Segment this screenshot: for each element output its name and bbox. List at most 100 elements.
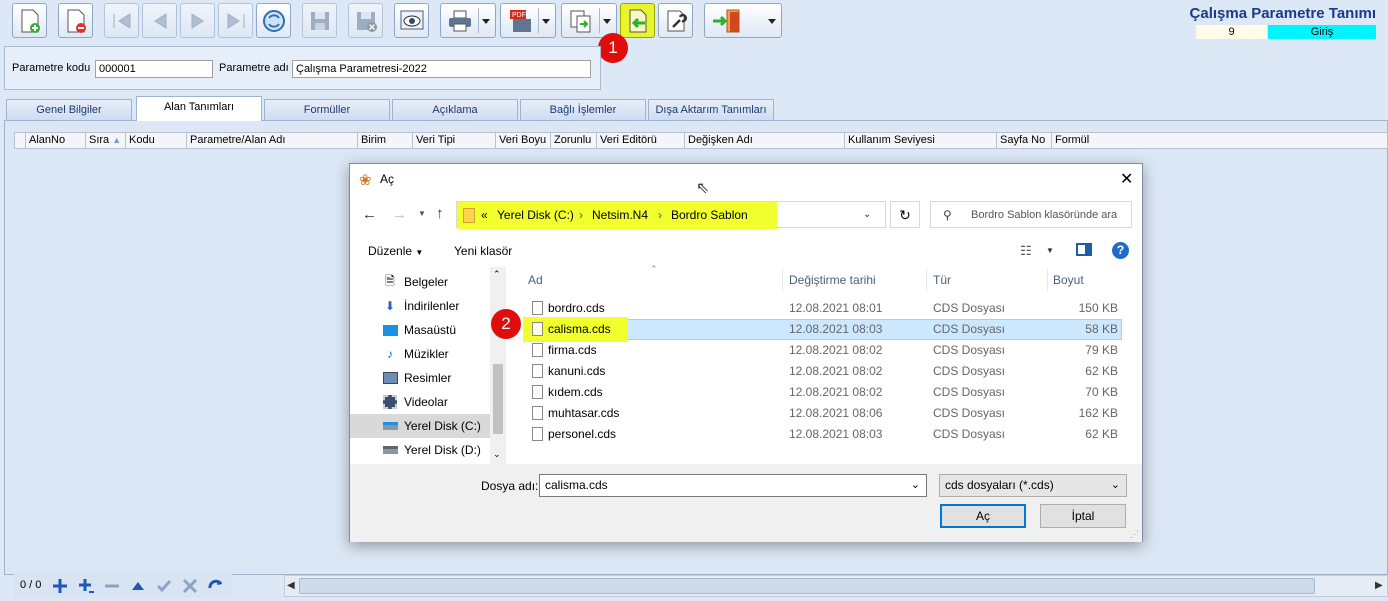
export-pdf-button[interactable]: PDF	[500, 3, 556, 38]
column-header-alanno[interactable]: AlanNo	[26, 133, 86, 148]
filetype-select[interactable]: cds dosyaları (*.cds) ⌄	[939, 474, 1127, 497]
last-record-button[interactable]	[218, 3, 253, 38]
breadcrumb-local-disk[interactable]: Yerel Disk (C:)	[497, 208, 574, 222]
forward-arrow-icon[interactable]: →	[392, 206, 407, 223]
file-row[interactable]: bordro.cds 12.08.2021 08:01 CDS Dosyası …	[524, 298, 1122, 319]
exit-button[interactable]	[704, 3, 782, 38]
grid-horizontal-scrollbar[interactable]: ◀ ▶	[284, 575, 1388, 597]
column-header-formul[interactable]: Formül	[1052, 133, 1352, 148]
column-header-kullanim-seviyesi[interactable]: Kullanım Seviyesi	[845, 133, 997, 148]
scroll-up-arrow-icon[interactable]: ⌃	[493, 269, 501, 280]
column-header-kodu[interactable]: Kodu	[126, 133, 187, 148]
tab-linked-operations[interactable]: Bağlı İşlemler	[520, 99, 646, 120]
nav-item-belgeler[interactable]: 🗎 Belgeler	[350, 270, 490, 294]
nav-post-button[interactable]	[154, 576, 174, 596]
resize-grip-icon[interactable]: ⋰	[1130, 529, 1139, 540]
nav-item-yerel-disk-d[interactable]: Yerel Disk (D:)	[350, 438, 490, 462]
refresh-button[interactable]	[256, 3, 291, 38]
filename-dropdown-icon[interactable]: ⌄	[911, 478, 920, 491]
nav-item-masaustu[interactable]: Masaüstü	[350, 318, 490, 342]
column-header-birim[interactable]: Birim	[358, 133, 413, 148]
file-column-date[interactable]: Değiştirme tarihi	[789, 267, 923, 293]
import-button[interactable]	[620, 3, 655, 38]
column-header-veri-tipi[interactable]: Veri Tipi	[413, 133, 496, 148]
cancel-button[interactable]: İptal	[1040, 504, 1126, 528]
previous-record-button[interactable]	[142, 3, 177, 38]
nav-delete-button[interactable]	[102, 576, 122, 596]
address-bar[interactable]: « Yerel Disk (C:) › Netsim.N4 › Bordro S…	[456, 201, 886, 229]
file-column-type[interactable]: Tür	[933, 267, 1043, 293]
scroll-down-arrow-icon[interactable]: ⌄	[493, 449, 501, 460]
dropdown-arrow-icon[interactable]	[542, 19, 550, 24]
file-row[interactable]: muhtasar.cds 12.08.2021 08:06 CDS Dosyas…	[524, 403, 1122, 424]
open-button[interactable]: Aç	[940, 504, 1026, 528]
new-record-button[interactable]	[12, 3, 47, 38]
parameter-name-field[interactable]: Çalışma Parametresi-2022	[292, 60, 591, 78]
file-row[interactable]: personel.cds 12.08.2021 08:03 CDS Dosyas…	[524, 424, 1122, 445]
search-input[interactable]: ⚲ Bordro Sablon klasöründe ara	[930, 201, 1132, 228]
delete-record-button[interactable]	[58, 3, 93, 38]
view-options-icon[interactable]: ☷	[1020, 243, 1032, 259]
file-row[interactable]: firma.cds 12.08.2021 08:02 CDS Dosyası 7…	[524, 340, 1122, 361]
column-header-sira[interactable]: Sıra ▲	[86, 133, 126, 148]
navigation-scroll-thumb[interactable]	[493, 364, 503, 434]
refresh-location-button[interactable]: ↻	[890, 201, 920, 228]
organize-button[interactable]: Düzenle ▼	[368, 244, 423, 258]
nav-cancel-button[interactable]	[180, 576, 200, 596]
column-header-degisken-adi[interactable]: Değişken Adı	[685, 133, 845, 148]
file-row[interactable]: kanuni.cds 12.08.2021 08:02 CDS Dosyası …	[524, 361, 1122, 382]
breadcrumb-overflow[interactable]: «	[481, 208, 488, 222]
view-dropdown-icon[interactable]: ▼	[1046, 246, 1054, 255]
parameter-code-field[interactable]: 000001	[95, 60, 213, 78]
column-header-sayfa-no[interactable]: Sayfa No	[997, 133, 1052, 148]
next-record-button[interactable]	[180, 3, 215, 38]
scrollbar-thumb[interactable]	[299, 578, 1315, 594]
back-arrow-icon[interactable]: ←	[362, 206, 377, 223]
file-date: 12.08.2021 08:03	[789, 427, 883, 441]
recent-locations-chevron-icon[interactable]: ▼	[418, 209, 426, 218]
dialog-close-button[interactable]: ✕	[1120, 169, 1133, 189]
nav-item-resimler[interactable]: Resimler	[350, 366, 490, 390]
dropdown-arrow-icon[interactable]	[603, 19, 611, 24]
save-button[interactable]	[302, 3, 337, 38]
tab-formulas[interactable]: Formüller	[264, 99, 390, 120]
dropdown-arrow-icon[interactable]	[482, 19, 490, 24]
nav-insert-button[interactable]	[50, 576, 70, 596]
scroll-right-arrow-icon[interactable]: ▶	[1375, 580, 1383, 591]
dropdown-arrow-icon[interactable]	[768, 19, 776, 24]
scroll-left-arrow-icon[interactable]: ◀	[287, 580, 295, 591]
help-icon[interactable]: ?	[1112, 242, 1129, 259]
filename-input[interactable]: calisma.cds ⌄	[539, 474, 927, 497]
nav-item-yerel-disk-c[interactable]: Yerel Disk (C:)	[350, 414, 490, 438]
file-row[interactable]: kıdem.cds 12.08.2021 08:02 CDS Dosyası 7…	[524, 382, 1122, 403]
nav-item-videolar[interactable]: Videolar	[350, 390, 490, 414]
column-header-parametre-alan-adi[interactable]: Parametre/Alan Adı	[187, 133, 358, 148]
tab-general-info[interactable]: Genel Bilgiler	[6, 99, 132, 120]
tab-export-definitions[interactable]: Dışa Aktarım Tanımları	[648, 99, 774, 120]
preview-button[interactable]	[394, 3, 429, 38]
nav-edit-button[interactable]	[128, 576, 148, 596]
column-header-zorunlu[interactable]: Zorunlu	[551, 133, 597, 148]
address-dropdown-icon[interactable]: ⌄	[863, 209, 871, 220]
column-header-veri-boyu[interactable]: Veri Boyu	[496, 133, 551, 148]
breadcrumb-netsim[interactable]: Netsim.N4	[592, 208, 648, 222]
nav-refresh-button[interactable]	[206, 576, 226, 596]
preview-pane-icon[interactable]	[1076, 243, 1092, 256]
new-folder-button[interactable]: Yeni klasör	[454, 244, 512, 258]
organize-dropdown-icon: ▼	[415, 248, 424, 257]
tab-field-definitions[interactable]: Alan Tanımları	[136, 96, 262, 121]
file-column-size[interactable]: Boyut	[1053, 267, 1123, 293]
column-header-veri-editoru[interactable]: Veri Editörü	[597, 133, 685, 148]
first-record-button[interactable]	[104, 3, 139, 38]
cancel-changes-button[interactable]	[348, 3, 383, 38]
breadcrumb-bordro-sablon[interactable]: Bordro Sablon	[671, 208, 748, 222]
tab-description[interactable]: Açıklama	[392, 99, 518, 120]
print-button[interactable]	[440, 3, 496, 38]
tools-button[interactable]	[658, 3, 693, 38]
nav-item-indirilenler[interactable]: ⬇ İndirilenler	[350, 294, 490, 318]
nav-item-muzikler[interactable]: ♪ Müzikler	[350, 342, 490, 366]
up-arrow-icon[interactable]: ↑	[436, 205, 444, 222]
file-column-name[interactable]: Ad	[528, 267, 778, 293]
nav-append-button[interactable]	[76, 576, 96, 596]
file-row-selected[interactable]: calisma.cds 12.08.2021 08:03 CDS Dosyası…	[523, 317, 1122, 342]
